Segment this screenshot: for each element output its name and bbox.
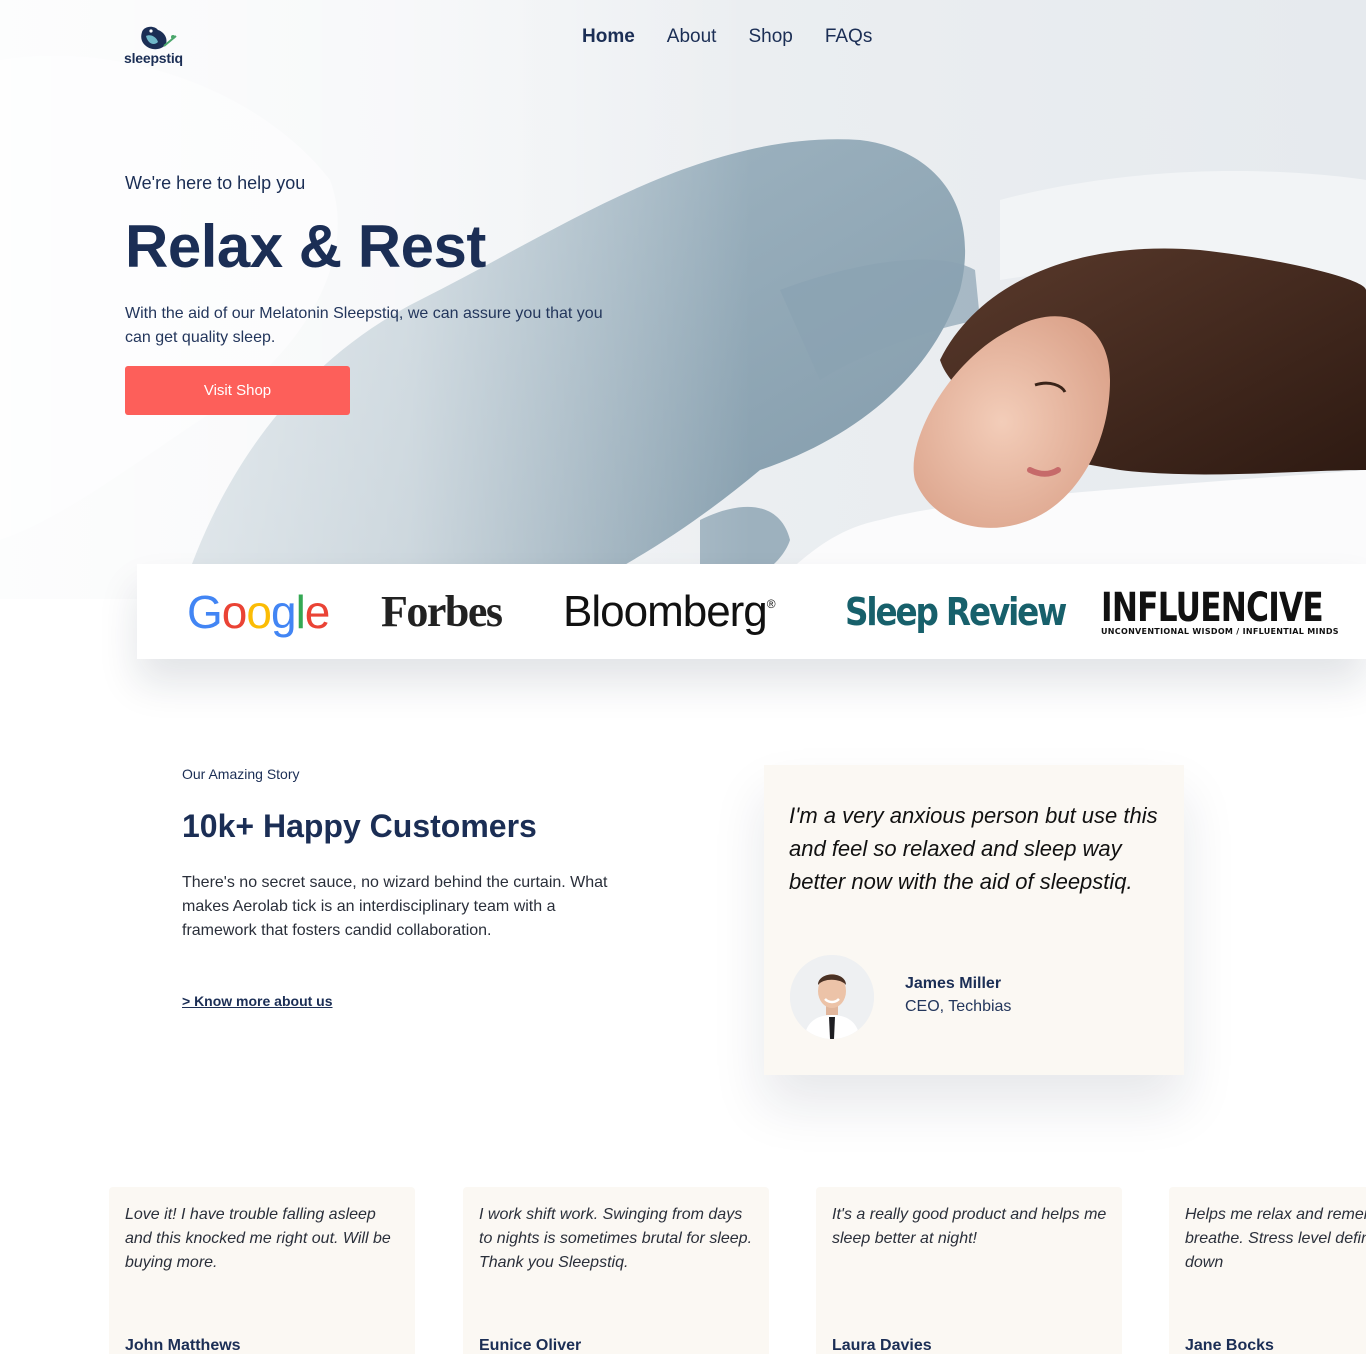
featured-author-role: CEO, Techbias [905,998,1012,1015]
featured-quote: I'm a very anxious person but use this a… [789,803,1158,894]
testimonial-text: I work shift work. Swinging from days to… [479,1206,753,1271]
google-logo: Google [187,585,330,638]
hero-title: Relax & Rest [125,213,486,280]
testimonial-author: Jane Bocks [1185,1337,1274,1354]
nav-about[interactable]: About [667,26,717,48]
testimonial-card: Helps me relax and remember to breathe. … [1169,1187,1366,1354]
testimonial-author: Laura Davies [832,1337,932,1354]
forbes-logo: Forbes [381,587,503,636]
testimonial-author: John Matthews [125,1337,241,1354]
testimonial-text: It's a really good product and helps me … [832,1206,1107,1247]
brand-logo[interactable]: sleepstiq [124,24,188,68]
hero-eyebrow: We're here to help you [125,173,306,193]
hero-section: sleepstiq Home About Shop FAQs We're her… [0,0,1366,599]
sleep-review-logo: Sleep Review [845,589,1067,634]
press-logos-bar: Google Forbes Bloomberg® Sleep Review IN… [137,564,1366,659]
testimonial-card: It's a really good product and helps me … [816,1187,1122,1354]
person-icon [790,955,874,1039]
featured-testimonial-card: I'm a very anxious person but use this a… [764,765,1184,1075]
bloomberg-logo: Bloomberg® [563,586,776,636]
hero-overlay [0,0,1366,599]
featured-author-name: James Miller [905,975,1002,992]
nav-shop[interactable]: Shop [748,26,792,48]
testimonial-card: Love it! I have trouble falling asleep a… [109,1187,415,1354]
brand-name: sleepstiq [124,50,183,66]
know-more-link[interactable]: > Know more about us [182,993,333,1009]
story-title: 10k+ Happy Customers [182,808,537,844]
story-text: There's no secret sauce, no wizard behin… [182,874,608,939]
main-nav: Home About Shop FAQs [582,26,872,48]
testimonial-text: Helps me relax and remember to breathe. … [1185,1206,1366,1271]
nav-faqs[interactable]: FAQs [825,26,873,48]
testimonial-card: I work shift work. Swinging from days to… [463,1187,769,1354]
influencive-logo: INFLUENCIVE UNCONVENTIONAL WISDOM / INFL… [1101,584,1339,636]
story-eyebrow: Our Amazing Story [182,766,300,782]
avatar [790,955,874,1039]
nav-home[interactable]: Home [582,26,635,48]
testimonial-text: Love it! I have trouble falling asleep a… [125,1206,391,1271]
hero-description: With the aid of our Melatonin Sleepstiq,… [125,305,603,346]
visit-shop-button[interactable]: Visit Shop [125,366,350,415]
testimonial-author: Eunice Oliver [479,1337,582,1354]
